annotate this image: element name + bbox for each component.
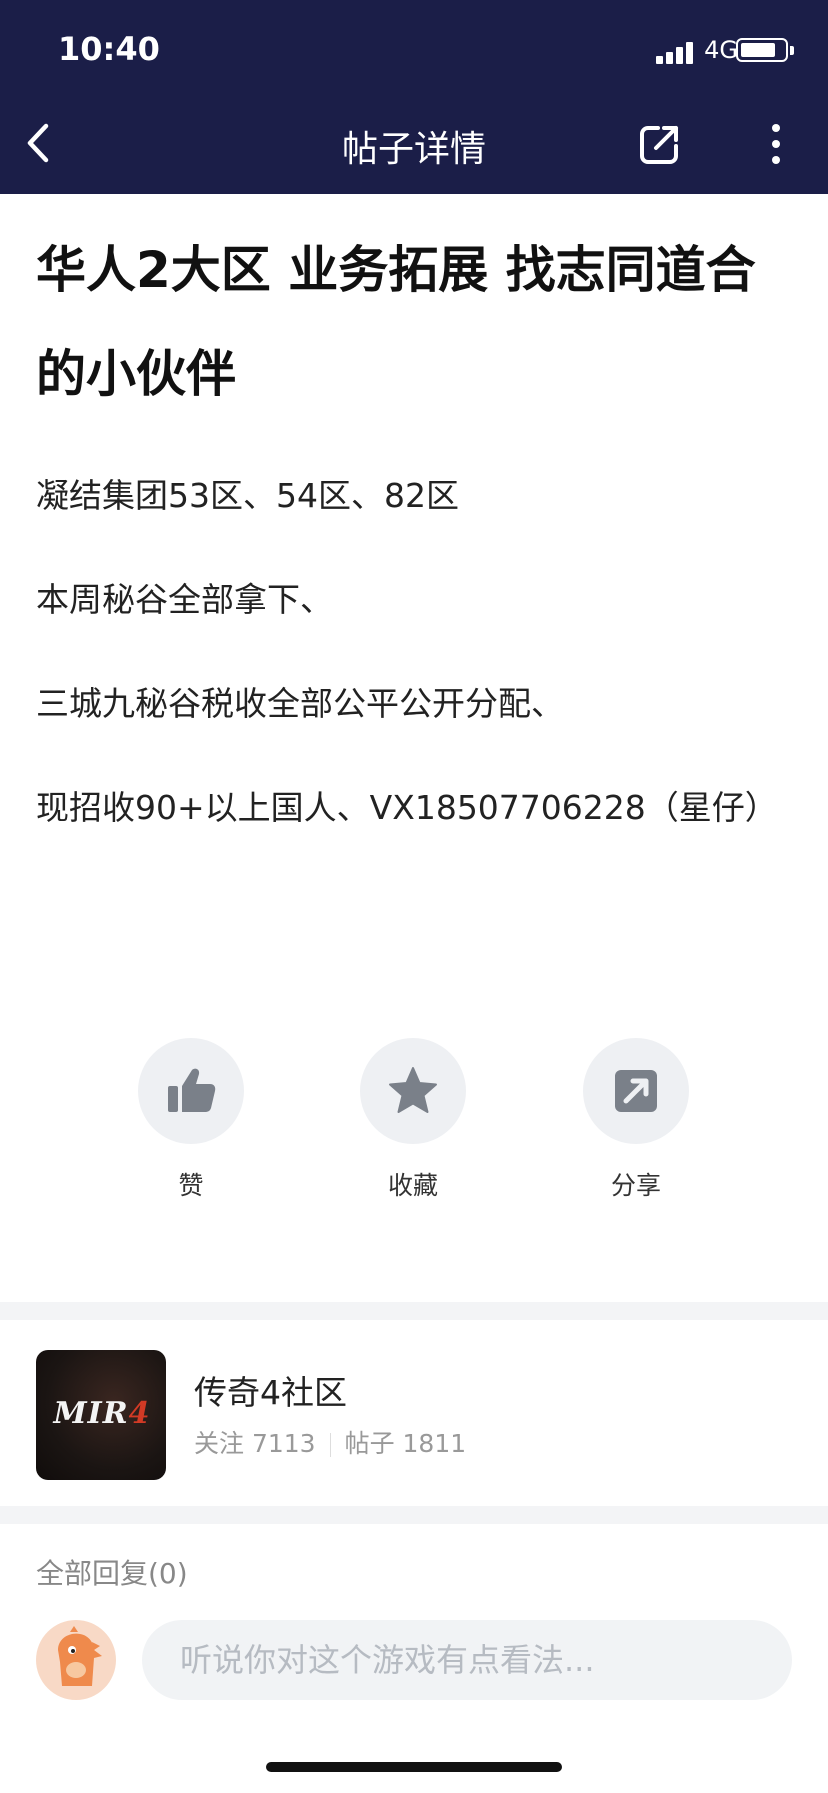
post-paragraph: 现招收90+以上国人、VX18507706228（星仔） bbox=[36, 788, 778, 827]
dinosaur-avatar-icon bbox=[58, 1626, 102, 1686]
avatar bbox=[36, 1620, 116, 1700]
signal-icon bbox=[656, 40, 696, 64]
like-circle bbox=[138, 1038, 244, 1144]
status-time: 10:40 bbox=[58, 30, 160, 68]
more-button[interactable] bbox=[764, 120, 788, 168]
community-logo: MIR4 bbox=[36, 1350, 166, 1480]
post-body: 凝结集团53区、54区、82区 本周秘谷全部拿下、 三城九秘谷税收全部公平公开分… bbox=[36, 460, 778, 876]
like-label: 赞 bbox=[178, 1171, 204, 1200]
followers-count: 关注 7113 bbox=[194, 1429, 316, 1458]
favorite-button[interactable]: 收藏 bbox=[353, 1038, 473, 1202]
star-icon bbox=[389, 1067, 437, 1113]
share-button[interactable] bbox=[636, 120, 684, 168]
app-header: 10:40 4G 帖子详情 bbox=[0, 0, 828, 194]
stats-separator bbox=[329, 1433, 331, 1457]
post-actions: 赞 收藏 分享 bbox=[0, 1038, 828, 1200]
posts-count: 帖子 1811 bbox=[344, 1429, 467, 1458]
post-paragraph: 三城九秘谷税收全部公平公开分配、 bbox=[36, 684, 564, 723]
logo-wordmark: MIR4 bbox=[53, 1396, 151, 1431]
post-title: 华人2大区 业务拓展 找志同道合的小伙伴 bbox=[36, 241, 756, 403]
battery-fill bbox=[741, 43, 775, 57]
network-type: 4G bbox=[704, 36, 738, 64]
battery-icon bbox=[736, 38, 788, 62]
post-paragraph: 本周秘谷全部拿下、 bbox=[36, 580, 333, 619]
community-stats: 关注 7113 帖子 1811 bbox=[194, 1424, 466, 1460]
home-indicator bbox=[266, 1762, 562, 1772]
replies-header: 全部回复(0) bbox=[36, 1557, 188, 1590]
battery-tip bbox=[790, 46, 794, 55]
thumbs-up-icon bbox=[168, 1068, 216, 1112]
reply-input[interactable] bbox=[142, 1620, 792, 1700]
more-vertical-icon bbox=[772, 124, 780, 164]
share-arrow-icon bbox=[615, 1070, 657, 1112]
favorite-circle bbox=[360, 1038, 466, 1144]
external-share-icon bbox=[640, 126, 678, 164]
favorite-label: 收藏 bbox=[387, 1171, 438, 1200]
page-title: 帖子详情 bbox=[341, 129, 486, 170]
post-paragraph: 凝结集团53区、54区、82区 bbox=[36, 476, 459, 515]
like-button[interactable]: 赞 bbox=[131, 1038, 251, 1202]
community-card[interactable]: MIR4 传奇4社区 关注 7113 帖子 1811 bbox=[0, 1322, 828, 1506]
share-action-button[interactable]: 分享 bbox=[576, 1038, 696, 1202]
section-divider bbox=[0, 1506, 828, 1524]
share-label: 分享 bbox=[610, 1171, 661, 1200]
section-divider bbox=[0, 1302, 828, 1320]
share-circle bbox=[583, 1038, 689, 1144]
community-name: 传奇4社区 bbox=[194, 1373, 347, 1412]
